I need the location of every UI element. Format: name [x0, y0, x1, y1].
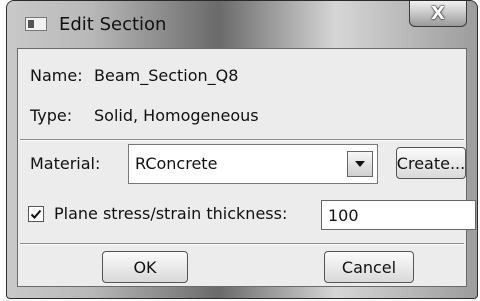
type-label: Type:: [30, 106, 73, 125]
name-value: Beam_Section_Q8: [94, 66, 239, 85]
thickness-input[interactable]: 100: [321, 200, 476, 230]
close-icon: X: [431, 3, 445, 24]
cancel-button[interactable]: Cancel: [324, 251, 414, 283]
material-dropdown[interactable]: RConcrete: [128, 144, 378, 184]
create-material-button[interactable]: Create...: [396, 147, 466, 179]
chevron-down-icon: [355, 161, 365, 167]
material-dropdown-button[interactable]: [347, 151, 373, 177]
thickness-checkbox[interactable]: [28, 206, 44, 222]
title-bar[interactable]: Edit Section X: [7, 1, 477, 41]
ok-button[interactable]: OK: [102, 251, 188, 283]
material-selected-value: RConcrete: [135, 154, 218, 173]
name-label: Name:: [30, 66, 83, 85]
separator: [20, 139, 464, 141]
window-icon: [25, 17, 47, 31]
type-value: Solid, Homogeneous: [94, 106, 259, 125]
edit-section-dialog: Edit Section X Name: Beam_Section_Q8 Typ…: [6, 0, 478, 299]
separator: [20, 243, 464, 245]
close-button[interactable]: X: [409, 1, 467, 27]
dialog-body: Name: Beam_Section_Q8 Type: Solid, Homog…: [17, 48, 476, 287]
check-icon: [30, 209, 42, 219]
thickness-value: 100: [328, 206, 359, 225]
window-title: Edit Section: [59, 14, 167, 35]
material-label: Material:: [30, 154, 101, 173]
thickness-label: Plane stress/strain thickness:: [54, 204, 288, 223]
